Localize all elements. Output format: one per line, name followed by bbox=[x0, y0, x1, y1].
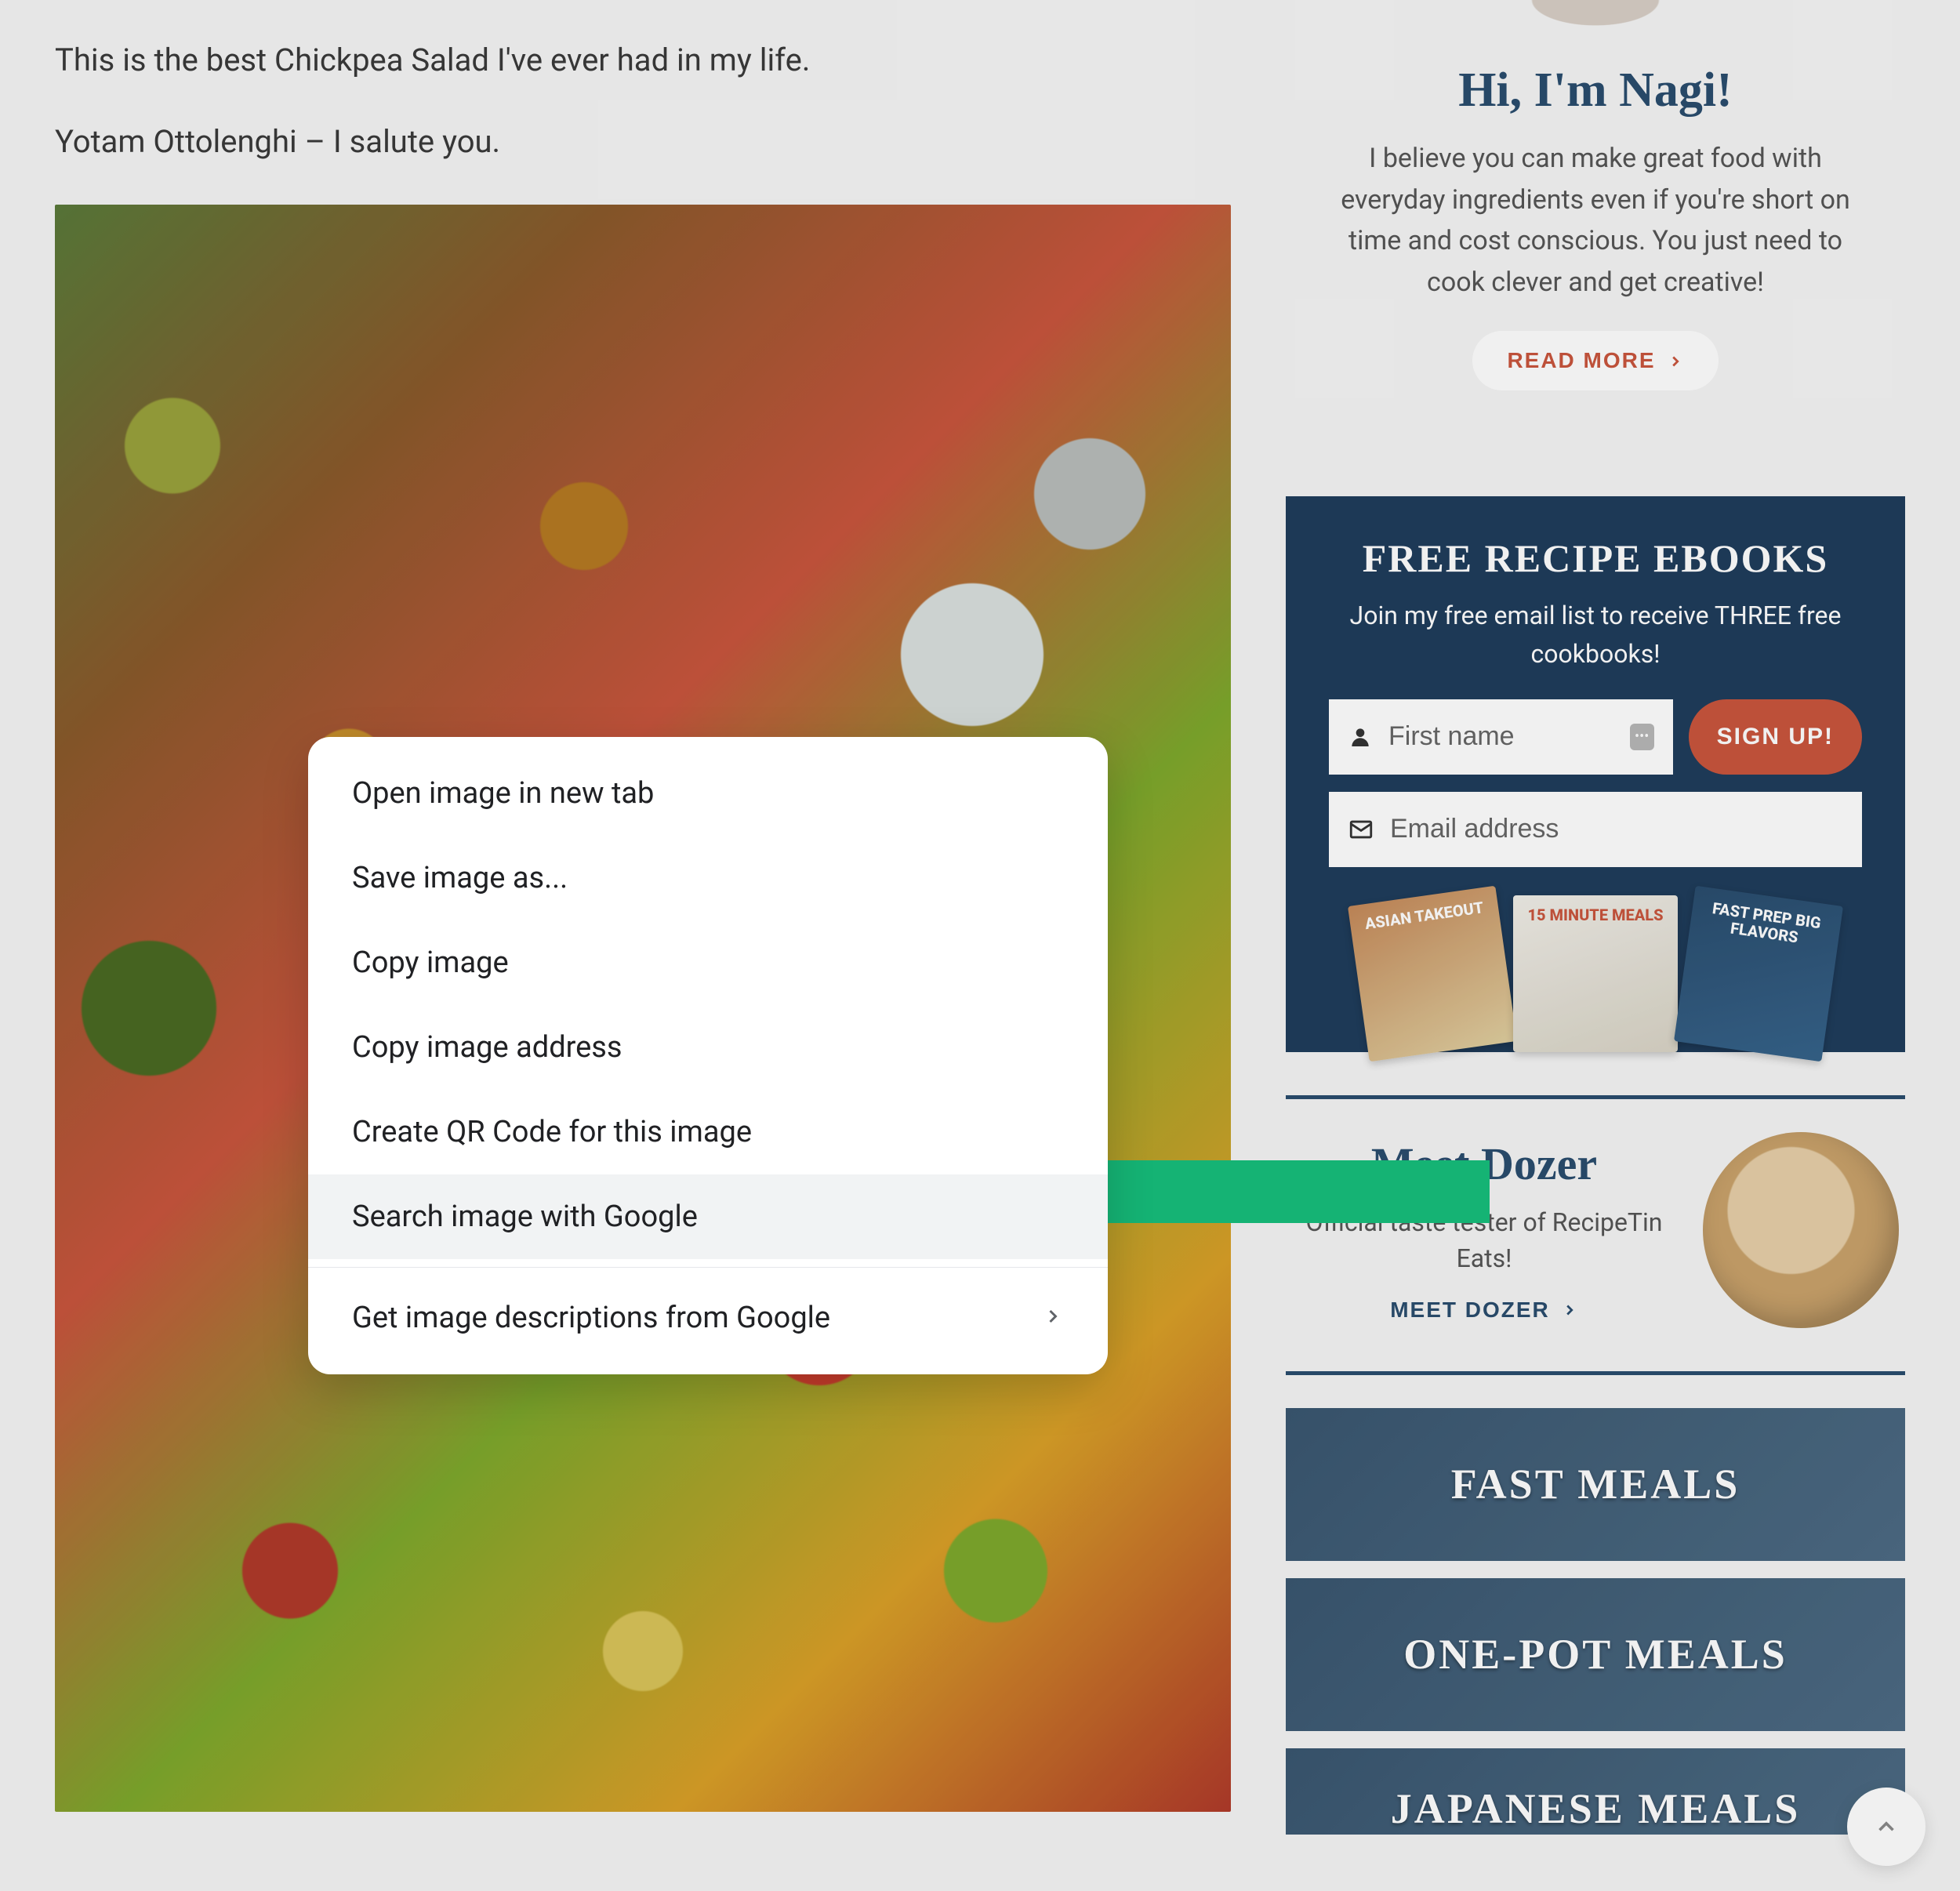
user-icon bbox=[1348, 724, 1373, 750]
mail-icon bbox=[1348, 816, 1374, 843]
sidebar: Hi, I'm Nagi! I believe you can make gre… bbox=[1286, 0, 1905, 1835]
dozer-photo bbox=[1703, 1132, 1899, 1328]
ctx-search-google[interactable]: Search image with Google bbox=[308, 1174, 1108, 1259]
read-more-button[interactable]: READ MORE bbox=[1472, 331, 1718, 390]
author-avatar bbox=[1497, 0, 1693, 39]
email-input[interactable] bbox=[1390, 814, 1843, 844]
keyboard-chip-icon: ••• bbox=[1630, 724, 1654, 750]
category-one-pot[interactable]: ONE-POT MEALS bbox=[1286, 1578, 1905, 1731]
first-name-input[interactable] bbox=[1388, 721, 1614, 752]
chevron-right-icon bbox=[1042, 1301, 1064, 1335]
signup-desc: Join my free email list to receive THREE… bbox=[1329, 597, 1862, 674]
sidebar-divider-2 bbox=[1286, 1371, 1905, 1375]
email-field-wrap[interactable] bbox=[1329, 792, 1862, 867]
meet-dozer-button[interactable]: MEET DOZER bbox=[1390, 1298, 1578, 1323]
ctx-open-new-tab[interactable]: Open image in new tab bbox=[308, 751, 1108, 836]
ctx-divider bbox=[308, 1267, 1108, 1268]
about-desc: I believe you can make great food with e… bbox=[1325, 138, 1866, 303]
signup-panel: FREE RECIPE EBOOKS Join my free email li… bbox=[1286, 496, 1905, 1052]
ctx-get-descriptions[interactable]: Get image descriptions from Google bbox=[308, 1276, 1108, 1360]
category-fast-meals[interactable]: FAST MEALS bbox=[1286, 1408, 1905, 1561]
first-name-field-wrap[interactable]: ••• bbox=[1329, 699, 1673, 775]
category-japanese[interactable]: JAPANESE MEALS bbox=[1286, 1748, 1905, 1835]
ctx-copy-image-address[interactable]: Copy image address bbox=[308, 1005, 1108, 1090]
ctx-create-qr[interactable]: Create QR Code for this image bbox=[308, 1090, 1108, 1174]
article-line-1: This is the best Chickpea Salad I've eve… bbox=[55, 35, 1239, 85]
chevron-right-icon bbox=[1667, 353, 1684, 370]
read-more-label: READ MORE bbox=[1507, 348, 1655, 373]
ctx-copy-image[interactable]: Copy image bbox=[308, 920, 1108, 1005]
ebook-15-minute[interactable]: 15 MINUTE MEALS bbox=[1513, 895, 1678, 1052]
about-title: Hi, I'm Nagi! bbox=[1325, 63, 1866, 118]
ebook-asian-takeout[interactable]: ASIAN TAKEOUT bbox=[1348, 886, 1517, 1062]
meet-dozer-label: MEET DOZER bbox=[1390, 1298, 1550, 1323]
ctx-save-image-as[interactable]: Save image as... bbox=[308, 836, 1108, 920]
article-line-2: Yotam Ottolenghi – I salute you. bbox=[55, 117, 1239, 167]
chevron-right-icon bbox=[1561, 1301, 1578, 1319]
category-buttons: FAST MEALS ONE-POT MEALS JAPANESE MEALS bbox=[1286, 1408, 1905, 1835]
scroll-to-top-button[interactable] bbox=[1847, 1788, 1926, 1866]
signup-button[interactable]: SIGN UP! bbox=[1689, 699, 1862, 775]
about-card: Hi, I'm Nagi! I believe you can make gre… bbox=[1286, 0, 1905, 453]
image-context-menu: Open image in new tab Save image as... C… bbox=[308, 737, 1108, 1374]
article-intro: This is the best Chickpea Salad I've eve… bbox=[55, 35, 1239, 167]
chevron-up-icon bbox=[1873, 1813, 1900, 1840]
signup-title: FREE RECIPE EBOOKS bbox=[1329, 535, 1862, 581]
ebook-thumbnails: ASIAN TAKEOUT 15 MINUTE MEALS FAST PREP … bbox=[1329, 895, 1862, 1052]
ebook-fast-prep[interactable]: FAST PREP BIG FLAVORS bbox=[1674, 886, 1843, 1062]
